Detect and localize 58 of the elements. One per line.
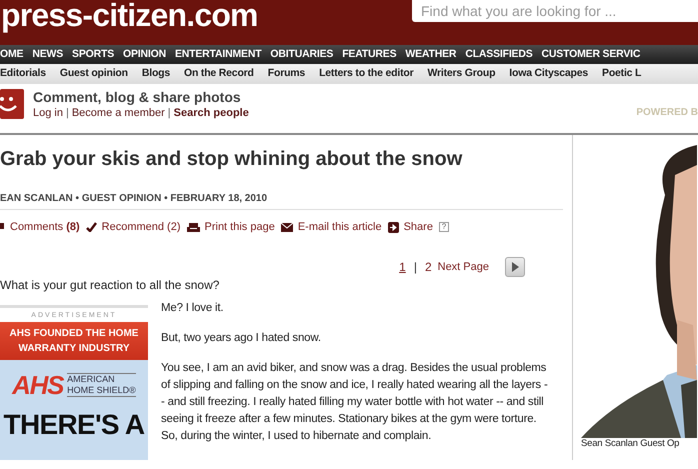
smiley-icon: [0, 89, 24, 119]
lead-question: What is your gut reaction to all the snow?: [0, 276, 220, 294]
separator: |: [414, 258, 417, 276]
next-page-button[interactable]: [505, 256, 525, 276]
subnav-link[interactable]: Letters to the editor: [319, 66, 414, 82]
account-link[interactable]: Log in: [33, 105, 63, 121]
nav-link[interactable]: FEATURES: [342, 46, 396, 62]
subnav-link[interactable]: Editorials: [0, 66, 46, 82]
play-triangle-icon: [511, 262, 519, 272]
ad-headline: THERE'S A: [4, 410, 144, 440]
email-link[interactable]: E-mail this article: [298, 219, 382, 236]
arrow-box-icon: [388, 222, 399, 233]
community-title: Comment, blog & share photos: [33, 89, 242, 105]
article-paragraph: You see, I am an avid biker, and snow was a drag. Besides the usual problems of slipping and falling on the snow and ice, I really hated wearing all the layers -- and still freezing. I really hated filling my water bottle with hot water -- and still seeing it freeze after a few minutes. Stationary bikes at the gym were torture. So, during the winter, I used to hibernate and complain.: [161, 360, 549, 444]
subnav-link[interactable]: On the Record: [184, 66, 254, 82]
account-link[interactable]: Search people: [174, 105, 249, 121]
article-byline: EAN SCANLAN • GUEST OPINION • FEBRUARY 18, 2010: [0, 191, 563, 210]
article-title: Grab your skis and stop whining about the snow: [0, 147, 464, 171]
separator: |: [66, 106, 69, 121]
subnav-link[interactable]: Forums: [268, 66, 306, 82]
subnav-link[interactable]: Iowa Cityscapes: [509, 66, 588, 82]
page-link[interactable]: 2: [424, 258, 432, 276]
next-page-link[interactable]: Next Page: [438, 259, 489, 276]
subnav-link[interactable]: Poetic L: [602, 66, 642, 82]
nav-link[interactable]: CUSTOMER SERVIC: [542, 46, 640, 62]
print-link[interactable]: Print this page: [204, 219, 275, 236]
search-field[interactable]: Find what you are looking for ...: [412, 0, 698, 22]
article-paragraph: But, two years ago I hated snow.: [161, 330, 322, 346]
site-logo[interactable]: press-citizen.com: [1, 0, 258, 32]
article-paragraph: Me? I love it.: [161, 300, 224, 316]
photo-caption: Sean Scanlan Guest Op: [581, 437, 680, 451]
nav-link[interactable]: OPINION: [123, 46, 166, 62]
brand-name: HOME SHIELD®: [67, 385, 136, 396]
share-link[interactable]: Share: [404, 219, 433, 236]
envelope-icon: [280, 222, 293, 232]
nav-link[interactable]: ENTERTAINMENT: [174, 46, 262, 62]
nav-link[interactable]: CLASSIFIEDS: [465, 46, 533, 62]
ad-logo: AHS: [12, 372, 64, 398]
account-link[interactable]: Become a member: [72, 105, 165, 121]
recommend-link[interactable]: Recommend (2): [102, 219, 180, 236]
check-icon: [86, 222, 97, 232]
page-link[interactable]: 1: [399, 258, 406, 276]
nav-link[interactable]: OME: [0, 46, 24, 62]
separator: |: [168, 106, 171, 121]
printer-icon: [186, 222, 200, 232]
ad-banner: AHS FOUNDED THE HOME WARRANTY INDUSTRY: [0, 322, 148, 360]
subnav-link[interactable]: Blogs: [142, 66, 170, 82]
comment-count: (8): [66, 220, 80, 235]
powered-by-label: POWERED B: [636, 106, 698, 120]
nav-link[interactable]: SPORTS: [72, 46, 114, 62]
comments-link[interactable]: Comments: [10, 219, 64, 236]
subnav-link[interactable]: Guest opinion: [60, 66, 128, 82]
nav-link[interactable]: WEATHER: [405, 46, 456, 62]
brand-name: AMERICAN: [67, 374, 116, 385]
nav-link[interactable]: OBITUARIES: [270, 46, 334, 62]
subnav-link[interactable]: Writers Group: [427, 66, 496, 82]
help-button[interactable]: ?: [438, 222, 449, 232]
nav-link[interactable]: NEWS: [32, 46, 64, 62]
